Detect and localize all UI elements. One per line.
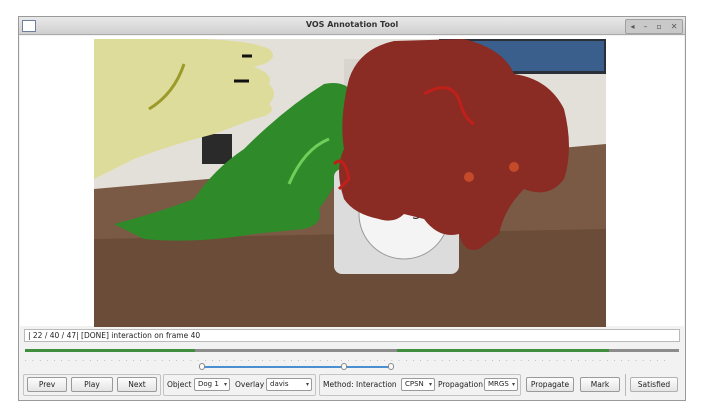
slider-end-handle[interactable] — [388, 363, 394, 370]
slider-current-handle[interactable] — [341, 363, 347, 370]
timeline-segment-annotated — [397, 349, 609, 352]
overlay-select[interactable]: davis ▾ — [266, 378, 312, 391]
minimize-icon[interactable]: – — [643, 22, 647, 32]
timeline-segment-annotated — [25, 349, 195, 352]
propagate-button[interactable]: Propagate — [526, 377, 574, 392]
frame-canvas-area: 500 — [20, 36, 684, 327]
satisfied-button[interactable]: Satisfied — [630, 377, 678, 392]
dog-eye-right — [509, 162, 519, 172]
shade-icon[interactable]: ◂ — [630, 22, 634, 32]
method-label: Method: — [323, 380, 354, 389]
bottom-toolbar: Prev Play Next Object Dog 1 ▾ Overlay dav… — [23, 374, 683, 398]
dog-eye-left — [464, 172, 474, 182]
prev-button[interactable]: Prev — [27, 377, 67, 392]
chevron-down-icon: ▾ — [511, 381, 515, 388]
frame-timeline[interactable] — [25, 348, 679, 354]
maximize-icon[interactable]: ▫ — [656, 22, 661, 32]
chevron-down-icon: ▾ — [223, 381, 227, 388]
video-frame[interactable]: 500 — [94, 39, 606, 327]
interaction-select[interactable]: CPSN ▾ — [401, 378, 435, 391]
play-button[interactable]: Play — [71, 377, 113, 392]
interaction-label: Interaction — [356, 380, 397, 389]
annotated-frame-image[interactable]: 500 — [94, 39, 606, 327]
propagation-label: Propagation — [438, 380, 483, 389]
dark-object — [202, 134, 232, 164]
status-line: | 22 / 40 / 47| [DONE] interaction on fr… — [24, 329, 680, 342]
object-select[interactable]: Dog 1 ▾ — [194, 378, 230, 391]
slider-start-handle[interactable] — [199, 363, 205, 370]
close-icon[interactable]: ✕ — [671, 22, 678, 32]
app-window: VOS Annotation Tool ◂ – ▫ ✕ | 22 / 40 / … — [18, 16, 686, 401]
chevron-down-icon: ▾ — [428, 381, 432, 388]
next-button[interactable]: Next — [117, 377, 157, 392]
overlay-label: Overlay — [235, 380, 265, 389]
chevron-down-icon: ▾ — [305, 381, 309, 388]
propagation-select[interactable]: MRGS ▾ — [484, 378, 518, 391]
frame-range-slider[interactable] — [199, 363, 394, 371]
window-controls: ◂ – ▫ ✕ — [625, 19, 683, 34]
title-bar: VOS Annotation Tool ◂ – ▫ ✕ — [19, 17, 685, 35]
window-title: VOS Annotation Tool — [305, 20, 399, 29]
mark-button[interactable]: Mark — [580, 377, 620, 392]
object-label: Object — [167, 380, 192, 389]
